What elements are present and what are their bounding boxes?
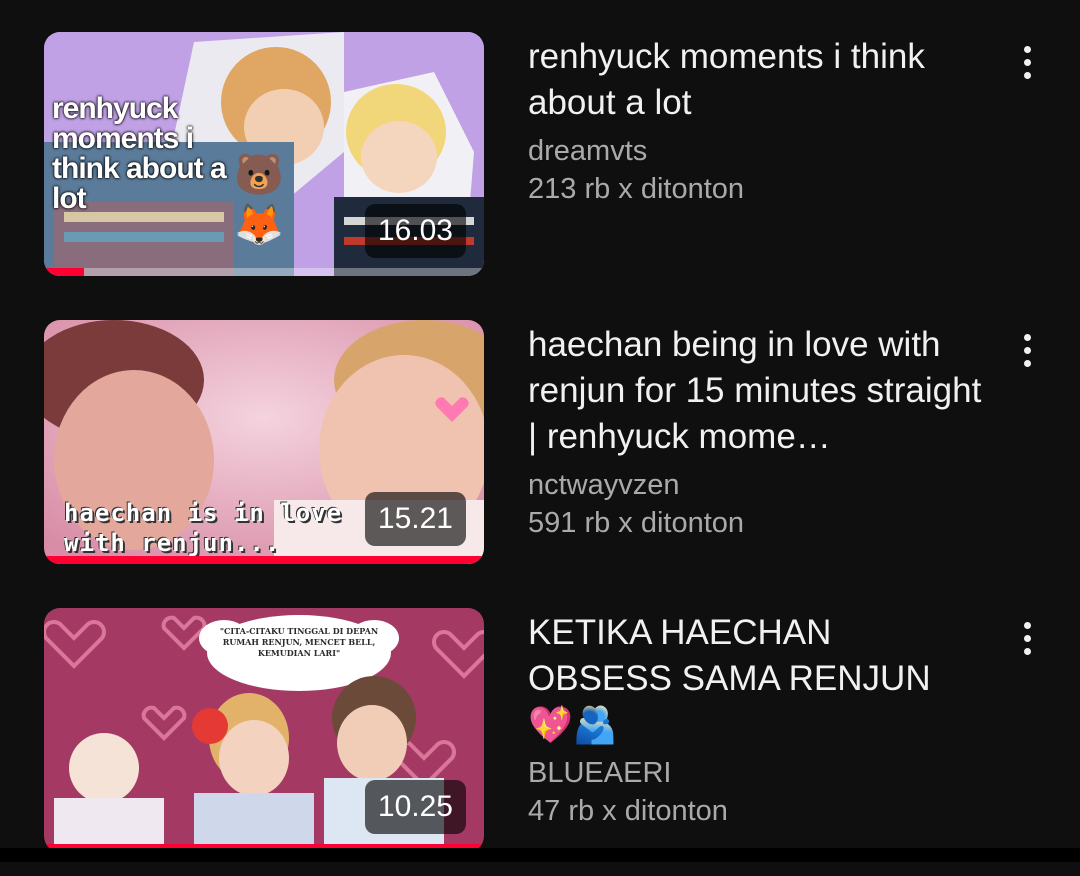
video-title[interactable]: haechan being in love with renjun for 15… — [528, 322, 998, 460]
thumbnail-bubble-text: "CITA-CITAKU TINGGAL DI DEPAN RUMAH RENJ… — [219, 626, 379, 658]
channel-name[interactable]: BLUEAERI — [528, 754, 998, 792]
video-title-emoji: 💖🫂 — [528, 704, 618, 745]
bottom-edge — [0, 848, 1080, 862]
video-title[interactable]: renhyuck moments i think about a lot — [528, 34, 998, 126]
video-title-line: KETIKA HAECHAN — [528, 613, 832, 652]
video-title-line: OBSESS SAMA RENJUN — [528, 659, 931, 698]
video-meta: haechan being in love with renjun for 15… — [528, 320, 998, 542]
view-count: 591 rb x ditonton — [528, 507, 745, 539]
thumbnail-caption: haechan is in love with renjun... — [64, 499, 343, 557]
video-thumbnail[interactable]: "CITA-CITAKU TINGGAL DI DEPAN RUMAH RENJ… — [44, 608, 484, 852]
channel-name[interactable]: nctwayvzen — [528, 466, 998, 504]
video-title[interactable]: KETIKA HAECHAN OBSESS SAMA RENJUN 💖🫂 — [528, 610, 998, 748]
video-thumbnail[interactable]: haechan is in love with renjun... 15.21 — [44, 320, 484, 564]
video-meta: KETIKA HAECHAN OBSESS SAMA RENJUN 💖🫂 BLU… — [528, 608, 998, 830]
watch-progress-fill — [44, 268, 84, 276]
view-count: 47 rb x ditonton — [528, 795, 728, 827]
watch-progress-fill — [44, 556, 484, 564]
video-item[interactable]: renhyuck moments i think about a lot 🐻 🦊… — [0, 32, 1080, 282]
video-feed: renhyuck moments i think about a lot 🐻 🦊… — [0, 0, 1080, 862]
video-thumbnail[interactable]: renhyuck moments i think about a lot 🐻 🦊… — [44, 32, 484, 276]
thumbnail-emoji: 🐻 🦊 — [234, 153, 284, 247]
more-vert-icon[interactable] — [1010, 46, 1044, 96]
video-item[interactable]: haechan is in love with renjun... 15.21 … — [0, 320, 1080, 570]
duration-badge: 15.21 — [364, 492, 466, 546]
duration-badge: 16.03 — [364, 204, 466, 258]
more-vert-icon[interactable] — [1010, 334, 1044, 384]
thumbnail-caption: renhyuck moments i think about a lot — [52, 92, 227, 215]
watch-progress-bar — [44, 556, 484, 564]
view-count: 213 rb x ditonton — [528, 173, 745, 205]
more-vert-icon[interactable] — [1010, 622, 1044, 672]
channel-name[interactable]: dreamvts — [528, 132, 998, 170]
duration-badge: 10.25 — [364, 780, 466, 834]
video-meta: renhyuck moments i think about a lot dre… — [528, 32, 998, 208]
watch-progress-bar — [44, 268, 484, 276]
video-item[interactable]: "CITA-CITAKU TINGGAL DI DEPAN RUMAH RENJ… — [0, 608, 1080, 858]
